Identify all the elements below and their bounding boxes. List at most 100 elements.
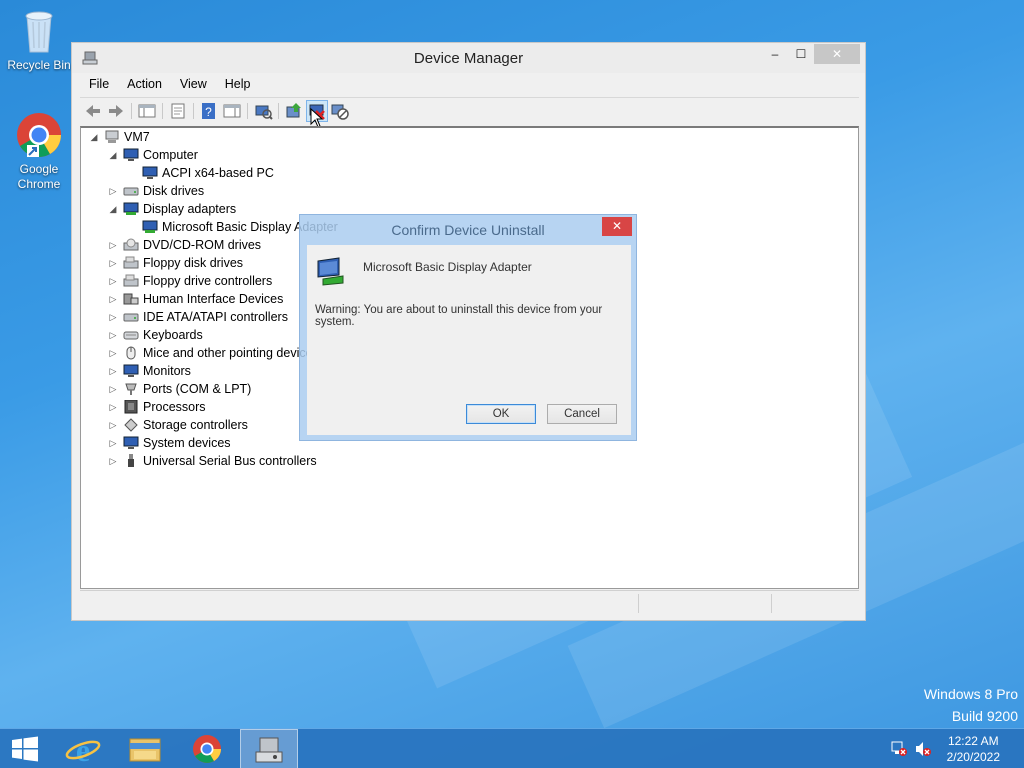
storage-controller-icon (124, 418, 138, 432)
back-icon[interactable] (83, 101, 103, 121)
computer-root-icon (105, 130, 119, 143)
google-chrome-icon (17, 113, 62, 157)
tree-label: Universal Serial Bus controllers (143, 454, 317, 468)
recycle-bin-icon (25, 11, 53, 53)
monitor-icon (123, 364, 139, 377)
expand-arrow-icon[interactable]: ▷ (107, 398, 119, 416)
desktop-icon-recycle-bin[interactable]: Recycle Bin (4, 6, 74, 73)
port-icon (125, 383, 137, 395)
tree-label: VM7 (124, 130, 150, 144)
status-bar (80, 590, 859, 615)
dvd-drive-icon (123, 238, 139, 251)
windows-edition-watermark: Windows 8 Pro Build 9200 (924, 683, 1018, 727)
tree-label: Display adapters (143, 202, 237, 216)
expand-arrow-icon[interactable]: ▷ (107, 434, 119, 452)
device-manager-taskbar-icon (255, 737, 283, 763)
update-driver-icon[interactable] (284, 101, 304, 121)
watermark-build: Build 9200 (951, 708, 1018, 724)
title-bar[interactable]: Device Manager – ☐ ✕ (72, 43, 865, 73)
floppy-controller-icon (123, 274, 139, 287)
forward-icon[interactable] (106, 101, 126, 121)
collapse-arrow-icon[interactable]: ◢ (88, 128, 100, 146)
collapse-arrow-icon[interactable]: ◢ (107, 146, 119, 164)
menu-file[interactable]: File (80, 75, 118, 93)
device-manager-taskbar-item[interactable] (240, 729, 298, 768)
google-chrome-taskbar-icon[interactable] (178, 729, 236, 768)
expand-arrow-icon[interactable]: ▷ (107, 326, 119, 344)
desktop-icon-google-chrome[interactable]: Google Chrome (4, 112, 74, 192)
ok-button[interactable]: OK (466, 404, 536, 424)
action-pane-icon[interactable] (222, 101, 242, 121)
toolbar-separator (247, 103, 248, 119)
computer-icon (123, 148, 139, 161)
network-icon[interactable] (890, 741, 908, 757)
display-adapter-icon (317, 257, 344, 286)
confirm-uninstall-dialog: Confirm Device Uninstall ✕ Microsoft Bas… (299, 214, 637, 441)
window-title: Device Manager (413, 50, 524, 67)
tree-label: Monitors (143, 364, 191, 378)
expand-arrow-icon[interactable]: ▷ (107, 344, 119, 362)
expand-arrow-icon[interactable]: ▷ (107, 182, 119, 200)
toolbar-separator (278, 103, 279, 119)
expand-arrow-icon[interactable]: ▷ (107, 452, 119, 470)
toolbar-separator (162, 103, 163, 119)
tree-label: Floppy disk drives (143, 256, 244, 270)
tree-label: Processors (143, 400, 206, 414)
help-icon[interactable]: ? (199, 101, 219, 121)
disable-device-icon[interactable] (330, 101, 350, 121)
desktop-icon-label: Recycle Bin (7, 58, 71, 72)
mouse-cursor-icon (310, 108, 324, 128)
svg-text:e: e (76, 732, 90, 768)
start-button[interactable] (0, 729, 58, 768)
maximize-button[interactable]: ☐ (788, 44, 814, 64)
dialog-device-name: Microsoft Basic Display Adapter (363, 260, 532, 274)
status-cell (638, 594, 771, 613)
menu-help[interactable]: Help (216, 75, 260, 93)
keyboard-icon (123, 331, 139, 340)
display-adapter-icon (142, 220, 158, 233)
clock-date: 2/20/2022 (946, 750, 1000, 764)
floppy-drive-icon (123, 256, 139, 269)
dialog-title[interactable]: Confirm Device Uninstall (300, 222, 636, 238)
system-clock[interactable]: 12:22 AM 2/20/2022 (947, 733, 1000, 765)
close-button[interactable]: ✕ (814, 44, 860, 64)
clock-time: 12:22 AM (947, 734, 999, 748)
tree-label: ACPI x64-based PC (162, 166, 274, 180)
expand-arrow-icon[interactable]: ▷ (107, 416, 119, 434)
expand-arrow-icon[interactable]: ▷ (107, 254, 119, 272)
volume-muted-icon[interactable] (914, 741, 932, 757)
cancel-button[interactable]: Cancel (547, 404, 617, 424)
tree-label: Disk drives (143, 184, 205, 198)
expand-arrow-icon[interactable]: ▷ (107, 362, 119, 380)
watermark-edition: Windows 8 Pro (923, 686, 1018, 702)
menu-bar: File Action View Help (80, 75, 260, 95)
usb-icon (128, 454, 134, 467)
minimize-button[interactable]: – (762, 44, 788, 64)
tree-label: Ports (COM & LPT) (143, 382, 252, 396)
dialog-close-button[interactable]: ✕ (602, 217, 632, 236)
file-explorer-icon[interactable] (116, 729, 174, 768)
svg-text:?: ? (205, 105, 212, 119)
taskbar: e 12:22 AM 2/20/2022 (0, 728, 1024, 768)
tree-label: DVD/CD-ROM drives (143, 238, 262, 252)
expand-arrow-icon[interactable]: ▷ (107, 290, 119, 308)
tree-label: System devices (143, 436, 231, 450)
expand-arrow-icon[interactable]: ▷ (107, 380, 119, 398)
menu-action[interactable]: Action (118, 75, 171, 93)
collapse-arrow-icon[interactable]: ◢ (107, 200, 119, 218)
scan-hardware-icon[interactable] (253, 101, 273, 121)
toolbar-separator (131, 103, 132, 119)
expand-arrow-icon[interactable]: ▷ (107, 272, 119, 290)
tree-label: IDE ATA/ATAPI controllers (143, 310, 288, 324)
status-cell (771, 594, 859, 613)
expand-arrow-icon[interactable]: ▷ (107, 308, 119, 326)
properties-icon[interactable] (168, 101, 188, 121)
internet-explorer-icon[interactable]: e (54, 729, 112, 768)
show-hide-console-tree-icon[interactable] (137, 101, 157, 121)
toolbar-separator (193, 103, 194, 119)
tree-label: Storage controllers (143, 418, 248, 432)
expand-arrow-icon[interactable]: ▷ (107, 236, 119, 254)
menu-view[interactable]: View (171, 75, 216, 93)
ide-controller-icon (123, 313, 139, 322)
hid-icon (123, 293, 139, 305)
